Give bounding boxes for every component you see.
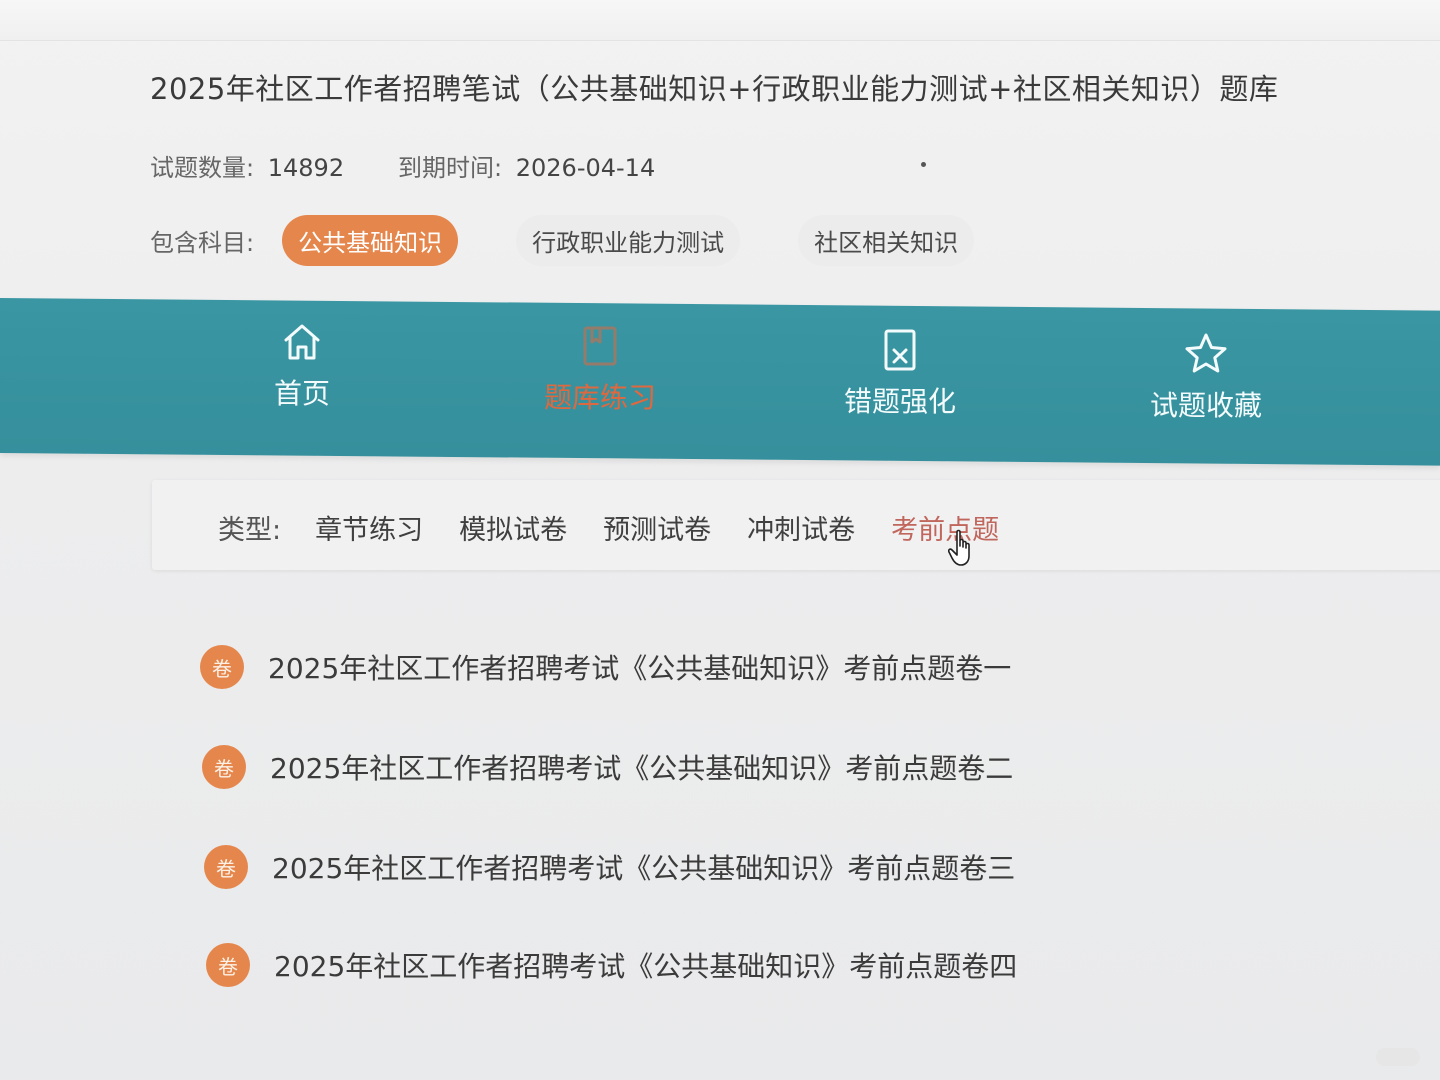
exam-badge: 卷 [200, 645, 244, 689]
wrong-question-icon [884, 329, 916, 371]
expire-value: 2026-04-14 [515, 154, 656, 182]
tab-pre-exam-tips[interactable]: 考前点题 [891, 508, 999, 547]
exam-badge: 卷 [206, 943, 250, 987]
corner-decoration [1376, 1048, 1420, 1066]
list-item[interactable]: 卷 2025年社区工作者招聘考试《公共基础知识》考前点题卷四 [206, 943, 1017, 987]
nav-label-favorites: 试题收藏 [1149, 389, 1262, 422]
exam-badge: 卷 [204, 845, 248, 889]
hand-cursor-icon [948, 529, 970, 566]
nav-item-home[interactable]: 首页 [202, 318, 402, 412]
subject-chip-public-knowledge[interactable]: 公共基础知识 [282, 214, 459, 266]
tab-mock-exam[interactable]: 模拟试卷 [459, 508, 567, 547]
question-count-label: 试题数量: [150, 154, 255, 182]
tab-chapter-practice[interactable]: 章节练习 [315, 508, 423, 547]
star-icon [1185, 333, 1227, 373]
tab-predicted-exam[interactable]: 预测试卷 [603, 508, 711, 547]
expire-label: 到期时间: [398, 154, 503, 182]
nav-item-wrong-questions[interactable]: 错题强化 [800, 326, 1000, 420]
page-title: 2025年社区工作者招聘笔试（公共基础知识+行政职业能力测试+社区相关知识）题库 [150, 72, 1279, 106]
nav-label-wrong-questions: 错题强化 [843, 385, 956, 418]
nav-label-practice: 题库练习 [543, 381, 656, 414]
type-filter-row: 类型: 章节练习 模拟试卷 预测试卷 冲刺试卷 考前点题 [218, 508, 1035, 547]
subjects-label: 包含科目: [150, 228, 255, 257]
exam-title: 2025年社区工作者招聘考试《公共基础知识》考前点题卷三 [272, 852, 1016, 885]
nav-item-favorites[interactable]: 试题收藏 [1106, 330, 1306, 424]
tab-sprint-exam[interactable]: 冲刺试卷 [747, 508, 855, 547]
exam-title: 2025年社区工作者招聘考试《公共基础知识》考前点题卷四 [274, 950, 1018, 983]
expire-date: 到期时间: 2026-04-14 [398, 148, 655, 183]
top-strip [0, 0, 1440, 41]
question-count-value: 14892 [267, 154, 345, 182]
exam-badge: 卷 [202, 745, 246, 789]
type-filter-label: 类型: [218, 515, 282, 546]
subject-chip-community-knowledge[interactable]: 社区相关知识 [798, 214, 975, 266]
question-count: 试题数量: 14892 [150, 148, 344, 183]
subjects-row: 包含科目: 公共基础知识 行政职业能力测试 社区相关知识 [150, 214, 1032, 266]
decorative-dot [921, 162, 926, 167]
list-item[interactable]: 卷 2025年社区工作者招聘考试《公共基础知识》考前点题卷一 [200, 645, 1011, 689]
nav-label-home: 首页 [273, 377, 330, 410]
subject-chip-admin-ability[interactable]: 行政职业能力测试 [516, 214, 741, 266]
notebook-icon [583, 326, 617, 366]
home-icon [284, 324, 320, 360]
list-item[interactable]: 卷 2025年社区工作者招聘考试《公共基础知识》考前点题卷二 [202, 745, 1013, 789]
nav-item-practice[interactable]: 题库练习 [500, 322, 700, 416]
exam-title: 2025年社区工作者招聘考试《公共基础知识》考前点题卷二 [270, 752, 1014, 785]
list-item[interactable]: 卷 2025年社区工作者招聘考试《公共基础知识》考前点题卷三 [204, 845, 1015, 889]
exam-title: 2025年社区工作者招聘考试《公共基础知识》考前点题卷一 [268, 652, 1012, 685]
